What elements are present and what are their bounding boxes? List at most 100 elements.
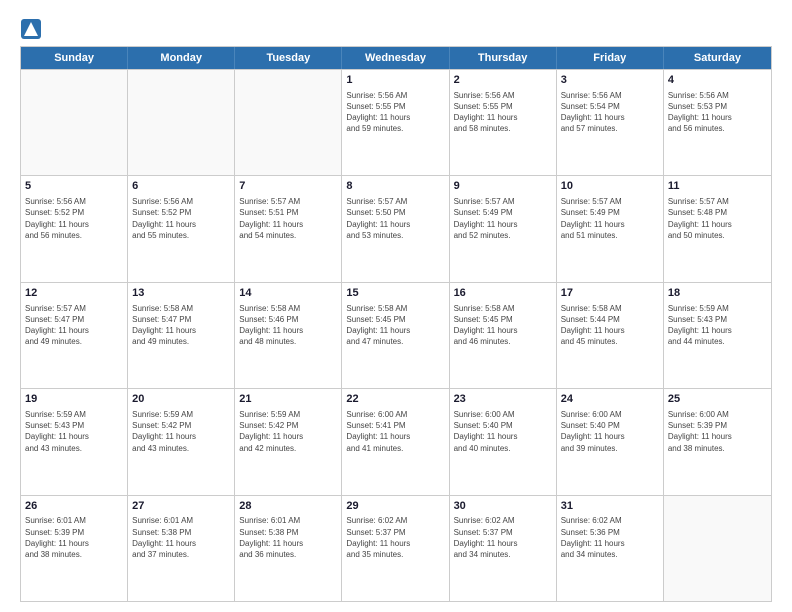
day-info: Sunrise: 6:02 AM Sunset: 5:37 PM Dayligh… [346,515,444,560]
day-cell-18: 18 Sunrise: 5:59 AM Sunset: 5:43 PM Dayli… [664,283,771,388]
day-cell-5: 5Sunrise: 5:56 AM Sunset: 5:52 PM Daylig… [21,176,128,281]
day-cell-27: 27Sunrise: 6:01 AM Sunset: 5:38 PM Dayli… [128,496,235,601]
day-header-thursday: Thursday [450,47,557,69]
day-cell-7: 7Sunrise: 5:57 AM Sunset: 5:51 PM Daylig… [235,176,342,281]
day-number: 2 [454,73,552,88]
day-info: Sunrise: 6:00 AM Sunset: 5:40 PM Dayligh… [454,409,552,454]
day-info: Sunrise: 5:59 AM Sunset: 5:42 PM Dayligh… [132,409,230,454]
day-cell-20: 20 Sunrise: 5:59 AM Sunset: 5:42 PM Dayli… [128,389,235,494]
day-info: Sunrise: 5:57 AM Sunset: 5:49 PM Dayligh… [561,196,659,241]
day-info: Sunrise: 6:02 AM Sunset: 5:36 PM Dayligh… [561,515,659,560]
logo [20,18,45,40]
day-number: 3 [561,73,659,88]
day-cell-12: 12 Sunrise: 5:57 AM Sunset: 5:47 PM Dayli… [21,283,128,388]
day-number: 17 [561,286,659,301]
day-number: 6 [132,179,230,194]
day-info: Sunrise: 5:56 AM Sunset: 5:55 PM Dayligh… [346,90,444,135]
day-info: Sunrise: 5:56 AM Sunset: 5:55 PM Dayligh… [454,90,552,135]
day-number: 30 [454,499,552,514]
day-info: Sunrise: 5:58 AM Sunset: 5:45 PM Dayligh… [454,303,552,348]
day-cell-11: 11Sunrise: 5:57 AM Sunset: 5:48 PM Dayli… [664,176,771,281]
day-number: 9 [454,179,552,194]
day-header-sunday: Sunday [21,47,128,69]
calendar-header: SundayMondayTuesdayWednesdayThursdayFrid… [21,47,771,69]
day-number: 31 [561,499,659,514]
day-info: Sunrise: 5:59 AM Sunset: 5:43 PM Dayligh… [25,409,123,454]
week-row-2: 5 Sunrise: 5:56 AM Sunset: 5:52 PM Daylig… [21,175,771,281]
calendar-body: 1 Sunrise: 5:56 AM Sunset: 5:55 PM Daylig… [21,69,771,601]
day-info: Sunrise: 5:57 AM Sunset: 5:48 PM Dayligh… [668,196,767,241]
day-number: 23 [454,392,552,407]
day-cell-28: 28Sunrise: 6:01 AM Sunset: 5:38 PM Dayli… [235,496,342,601]
day-info: Sunrise: 6:01 AM Sunset: 5:39 PM Dayligh… [25,515,123,560]
day-cell-1: 1 Sunrise: 5:56 AM Sunset: 5:55 PM Daylig… [342,70,449,175]
day-info: Sunrise: 6:00 AM Sunset: 5:39 PM Dayligh… [668,409,767,454]
empty-cell [235,70,342,175]
day-number: 24 [561,392,659,407]
day-info: Sunrise: 5:58 AM Sunset: 5:46 PM Dayligh… [239,303,337,348]
day-cell-19: 19Sunrise: 5:59 AM Sunset: 5:43 PM Dayli… [21,389,128,494]
day-number: 1 [346,73,444,88]
day-cell-13: 13 Sunrise: 5:58 AM Sunset: 5:47 PM Dayli… [128,283,235,388]
day-cell-30: 30Sunrise: 6:02 AM Sunset: 5:37 PM Dayli… [450,496,557,601]
day-number: 27 [132,499,230,514]
day-cell-16: 16Sunrise: 5:58 AM Sunset: 5:45 PM Dayli… [450,283,557,388]
day-cell-24: 24Sunrise: 6:00 AM Sunset: 5:40 PM Dayli… [557,389,664,494]
day-number: 8 [346,179,444,194]
day-info: Sunrise: 5:56 AM Sunset: 5:52 PM Dayligh… [132,196,230,241]
week-row-4: 19Sunrise: 5:59 AM Sunset: 5:43 PM Dayli… [21,388,771,494]
day-cell-9: 9 Sunrise: 5:57 AM Sunset: 5:49 PM Daylig… [450,176,557,281]
day-info: Sunrise: 5:57 AM Sunset: 5:47 PM Dayligh… [25,303,123,348]
day-cell-15: 15 Sunrise: 5:58 AM Sunset: 5:45 PM Dayli… [342,283,449,388]
week-row-1: 1 Sunrise: 5:56 AM Sunset: 5:55 PM Daylig… [21,69,771,175]
day-info: Sunrise: 5:57 AM Sunset: 5:49 PM Dayligh… [454,196,552,241]
header [20,18,772,40]
day-number: 20 [132,392,230,407]
day-cell-22: 22Sunrise: 6:00 AM Sunset: 5:41 PM Dayli… [342,389,449,494]
day-info: Sunrise: 5:57 AM Sunset: 5:50 PM Dayligh… [346,196,444,241]
day-info: Sunrise: 5:56 AM Sunset: 5:53 PM Dayligh… [668,90,767,135]
page: SundayMondayTuesdayWednesdayThursdayFrid… [0,0,792,612]
day-info: Sunrise: 5:58 AM Sunset: 5:45 PM Dayligh… [346,303,444,348]
day-number: 18 [668,286,767,301]
day-number: 15 [346,286,444,301]
day-number: 28 [239,499,337,514]
day-cell-25: 25 Sunrise: 6:00 AM Sunset: 5:39 PM Dayli… [664,389,771,494]
day-info: Sunrise: 6:00 AM Sunset: 5:41 PM Dayligh… [346,409,444,454]
day-info: Sunrise: 5:59 AM Sunset: 5:42 PM Dayligh… [239,409,337,454]
day-number: 4 [668,73,767,88]
day-number: 13 [132,286,230,301]
day-cell-10: 10Sunrise: 5:57 AM Sunset: 5:49 PM Dayli… [557,176,664,281]
logo-icon [20,18,42,40]
day-cell-26: 26Sunrise: 6:01 AM Sunset: 5:39 PM Dayli… [21,496,128,601]
day-number: 25 [668,392,767,407]
day-header-tuesday: Tuesday [235,47,342,69]
week-row-5: 26Sunrise: 6:01 AM Sunset: 5:39 PM Dayli… [21,495,771,601]
day-info: Sunrise: 5:59 AM Sunset: 5:43 PM Dayligh… [668,303,767,348]
day-info: Sunrise: 6:02 AM Sunset: 5:37 PM Dayligh… [454,515,552,560]
day-cell-31: 31Sunrise: 6:02 AM Sunset: 5:36 PM Dayli… [557,496,664,601]
day-header-wednesday: Wednesday [342,47,449,69]
day-info: Sunrise: 5:58 AM Sunset: 5:44 PM Dayligh… [561,303,659,348]
day-info: Sunrise: 6:01 AM Sunset: 5:38 PM Dayligh… [132,515,230,560]
day-cell-6: 6 Sunrise: 5:56 AM Sunset: 5:52 PM Daylig… [128,176,235,281]
day-cell-8: 8 Sunrise: 5:57 AM Sunset: 5:50 PM Daylig… [342,176,449,281]
day-cell-3: 3 Sunrise: 5:56 AM Sunset: 5:54 PM Daylig… [557,70,664,175]
day-number: 21 [239,392,337,407]
day-header-saturday: Saturday [664,47,771,69]
calendar: SundayMondayTuesdayWednesdayThursdayFrid… [20,46,772,602]
day-number: 26 [25,499,123,514]
day-cell-2: 2 Sunrise: 5:56 AM Sunset: 5:55 PM Daylig… [450,70,557,175]
day-cell-29: 29Sunrise: 6:02 AM Sunset: 5:37 PM Dayli… [342,496,449,601]
day-info: Sunrise: 5:58 AM Sunset: 5:47 PM Dayligh… [132,303,230,348]
day-header-monday: Monday [128,47,235,69]
empty-cell [664,496,771,601]
day-info: Sunrise: 5:56 AM Sunset: 5:54 PM Dayligh… [561,90,659,135]
day-number: 14 [239,286,337,301]
day-number: 29 [346,499,444,514]
day-number: 5 [25,179,123,194]
day-number: 12 [25,286,123,301]
day-info: Sunrise: 6:01 AM Sunset: 5:38 PM Dayligh… [239,515,337,560]
day-cell-4: 4 Sunrise: 5:56 AM Sunset: 5:53 PM Daylig… [664,70,771,175]
day-cell-14: 14 Sunrise: 5:58 AM Sunset: 5:46 PM Dayli… [235,283,342,388]
